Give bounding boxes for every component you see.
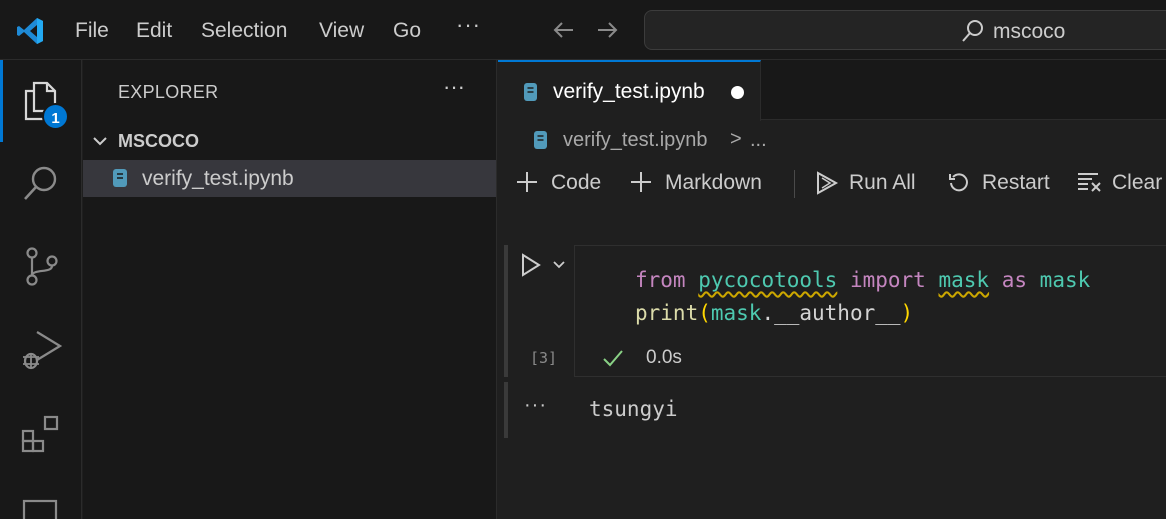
explorer-sidebar: EXPLORER ··· MSCOCO verify_test.ipynb (83, 60, 497, 519)
code-line-2: print(mask.__author__) (635, 301, 913, 325)
object-mask: mask (710, 301, 762, 325)
markdown-label: Markdown (665, 171, 762, 194)
attribute-author: .__author__ (761, 301, 901, 325)
vscode-logo-icon (17, 18, 43, 44)
chevron-down-icon[interactable] (551, 257, 567, 273)
cell-output-text: tsungyi (589, 397, 678, 421)
notebook-file-icon (534, 131, 547, 149)
menu-selection[interactable]: Selection (201, 19, 287, 43)
add-markdown-cell-button[interactable]: Markdown (629, 168, 779, 198)
search-icon[interactable] (20, 162, 62, 204)
execution-count: [3] (530, 349, 558, 367)
unsaved-dot-icon[interactable] (731, 86, 744, 99)
run-debug-icon[interactable] (20, 328, 62, 370)
explorer-more-button[interactable]: ··· (443, 74, 465, 100)
file-row-verify-test[interactable]: verify_test.ipynb (83, 160, 496, 197)
paren-open: ( (698, 301, 711, 325)
menu-go[interactable]: Go (393, 19, 421, 43)
plus-icon (517, 172, 537, 192)
chevron-down-icon (93, 137, 107, 146)
output-focus-bar[interactable] (504, 382, 508, 438)
menu-edit[interactable]: Edit (136, 19, 172, 43)
module-name: pycocotools (698, 268, 838, 292)
tab-verify-test[interactable]: verify_test.ipynb (498, 60, 761, 121)
notebook-file-icon (113, 169, 127, 187)
cell-focus-bar[interactable] (504, 245, 508, 377)
explorer-title: EXPLORER (118, 82, 219, 102)
import-alias: mask (1039, 268, 1091, 292)
tab-label: verify_test.ipynb (553, 80, 705, 103)
activity-bar: 1 (0, 60, 82, 519)
paren-close: ) (900, 301, 914, 325)
keyword-as: as (1001, 268, 1028, 292)
breadcrumb-separator: > (730, 128, 742, 150)
restart-label: Restart (982, 171, 1050, 194)
file-name: verify_test.ipynb (142, 167, 294, 190)
menu-file[interactable]: File (75, 19, 109, 43)
plus-icon (631, 172, 651, 192)
folder-name: MSCOCO (118, 131, 199, 151)
restart-button[interactable]: Restart (947, 168, 1057, 198)
toolbar-divider (794, 170, 795, 198)
check-icon (603, 350, 623, 367)
notebook-file-icon (524, 83, 537, 101)
notebook-toolbar: Code Markdown Run All Restart Clear (498, 164, 1166, 200)
notebook-editor: verify_test.ipynb verify_test.ipynb > ..… (498, 60, 1166, 519)
source-control-icon[interactable] (20, 245, 62, 287)
active-indicator (0, 60, 3, 142)
forward-arrow-icon[interactable] (594, 17, 620, 43)
explorer-badge: 1 (42, 103, 69, 130)
run-all-label: Run All (849, 171, 916, 194)
clear-label: Clear (1112, 171, 1163, 194)
search-icon (962, 20, 983, 42)
clear-all-icon (1078, 173, 1101, 192)
output-more-button[interactable]: ··· (524, 394, 547, 417)
command-center[interactable]: mscoco (644, 10, 1166, 50)
menu-view[interactable]: View (319, 19, 364, 43)
add-code-cell-button[interactable]: Code (515, 168, 605, 198)
keyword-from: from (635, 268, 686, 292)
clear-outputs-button[interactable]: Clear (1076, 168, 1166, 198)
tab-bar: verify_test.ipynb (498, 60, 1166, 121)
import-name: mask (938, 268, 990, 292)
function-print: print (635, 301, 699, 325)
run-cell-icon[interactable] (520, 253, 542, 277)
breadcrumb-file[interactable]: verify_test.ipynb (563, 129, 708, 152)
folder-row-mscoco[interactable]: MSCOCO (83, 124, 496, 158)
code-line-1: from pycocotools import mask as mask (635, 268, 1090, 292)
execution-time: 0.0s (646, 347, 682, 368)
extensions-icon[interactable] (20, 412, 62, 454)
keyword-import: import (849, 268, 926, 292)
code-label: Code (551, 171, 602, 194)
run-all-button[interactable]: Run All (815, 168, 925, 198)
title-bar: File Edit Selection View Go ··· mscoco (0, 0, 1166, 60)
command-center-label: mscoco (993, 20, 1066, 43)
breadcrumb-more[interactable]: ... (750, 129, 767, 152)
menu-more-button[interactable]: ··· (456, 12, 481, 38)
run-all-icon (817, 171, 839, 195)
back-arrow-icon[interactable] (551, 17, 577, 43)
remote-explorer-icon[interactable] (20, 495, 62, 519)
restart-icon (949, 173, 968, 192)
